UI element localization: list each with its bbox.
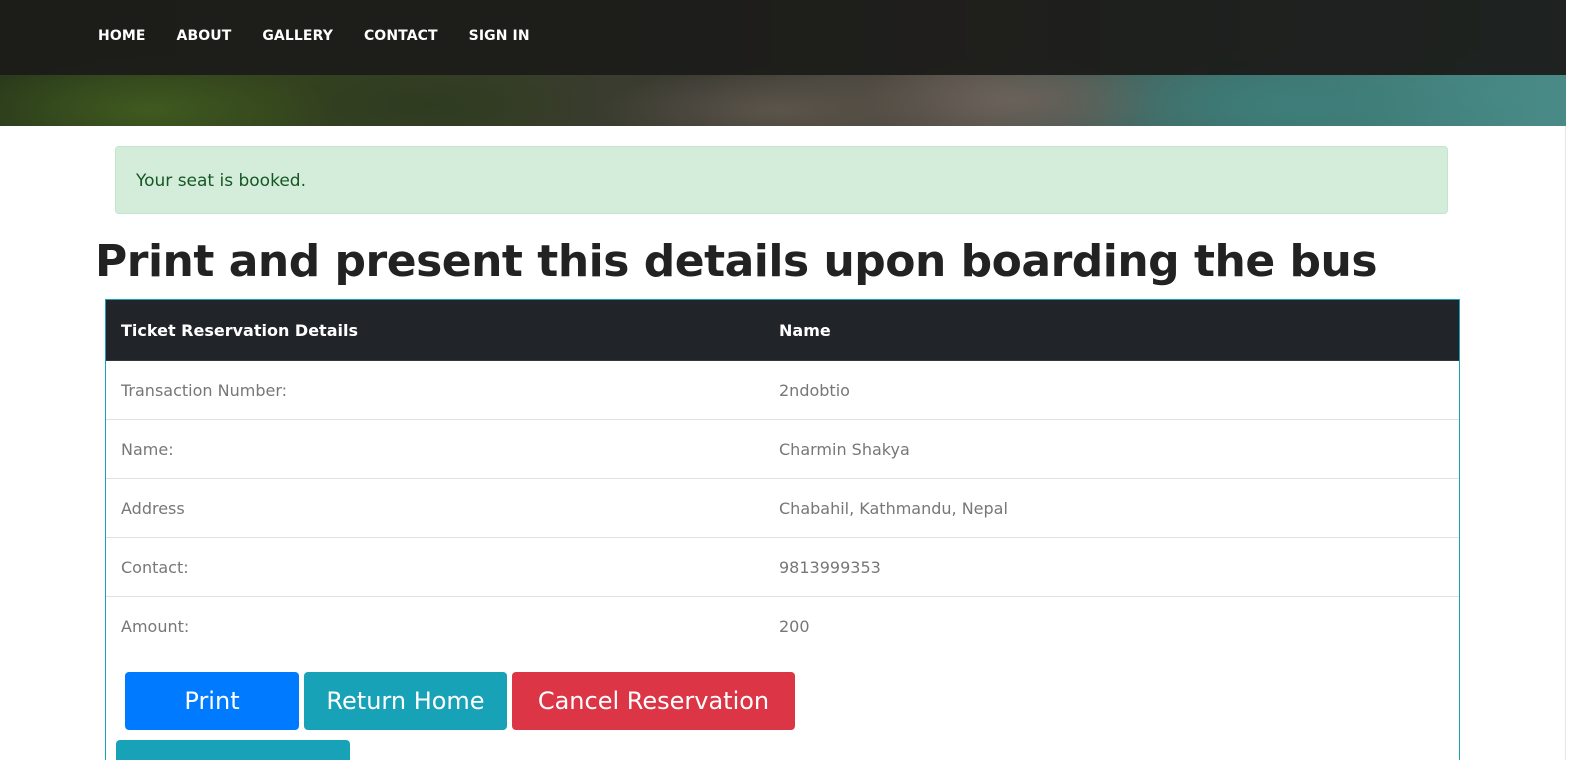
reservation-details-card: Ticket Reservation Details Name Transact…	[105, 299, 1460, 760]
row-value-amount: 200	[764, 596, 1459, 655]
table-header-details: Ticket Reservation Details	[106, 300, 764, 361]
row-label-name: Name:	[106, 419, 764, 479]
print-ticket-button[interactable]: Print Ticket	[125, 672, 299, 760]
table-header-row: Ticket Reservation Details Name	[106, 300, 1459, 361]
main-nav: HOME ABOUT GALLERY CONTACT SIGN IN	[98, 26, 561, 46]
row-value-address: Chabahil, Kathmandu, Nepal	[764, 478, 1459, 538]
return-home-button[interactable]: Return Home	[304, 672, 507, 730]
action-buttons: Print Ticket Return Home Cancel Reservat…	[125, 672, 795, 760]
nav-about-link[interactable]: ABOUT	[177, 26, 232, 46]
page: HOME ABOUT GALLERY CONTACT SIGN IN Your …	[0, 0, 1582, 760]
success-alert: Your seat is booked.	[115, 146, 1448, 214]
table-row: Name: Charmin Shakya	[106, 419, 1459, 479]
table-row: Contact: 9813999353	[106, 537, 1459, 597]
top-navbar: HOME ABOUT GALLERY CONTACT SIGN IN	[0, 0, 1566, 75]
table-row: Transaction Number: 2ndobtio	[106, 361, 1459, 420]
table-row: Address Chabahil, Kathmandu, Nepal	[106, 478, 1459, 538]
nav-gallery-link[interactable]: GALLERY	[262, 26, 333, 46]
table-row: Amount: 200	[106, 596, 1459, 655]
row-value-transaction: 2ndobtio	[779, 380, 850, 400]
row-label-amount: Amount:	[106, 596, 764, 655]
cancel-reservation-button[interactable]: Cancel Reservation	[512, 672, 795, 730]
nav-contact-link[interactable]: CONTACT	[364, 26, 438, 46]
partially-visible-button[interactable]	[116, 740, 350, 760]
row-value-contact: 9813999353	[764, 537, 1459, 597]
row-value-name: Charmin Shakya	[764, 419, 1459, 479]
reservation-table: Ticket Reservation Details Name Transact…	[106, 300, 1459, 655]
row-label-address: Address	[106, 478, 764, 538]
nav-home-link[interactable]: HOME	[98, 26, 146, 46]
scrollbar-track[interactable]	[1565, 126, 1582, 760]
page-title: Print and present this details upon boar…	[95, 236, 1378, 287]
row-label-contact: Contact:	[106, 537, 764, 597]
table-header-name: Name	[764, 300, 1459, 361]
nav-signin-link[interactable]: SIGN IN	[469, 26, 530, 46]
row-label-transaction: Transaction Number:	[121, 380, 287, 400]
